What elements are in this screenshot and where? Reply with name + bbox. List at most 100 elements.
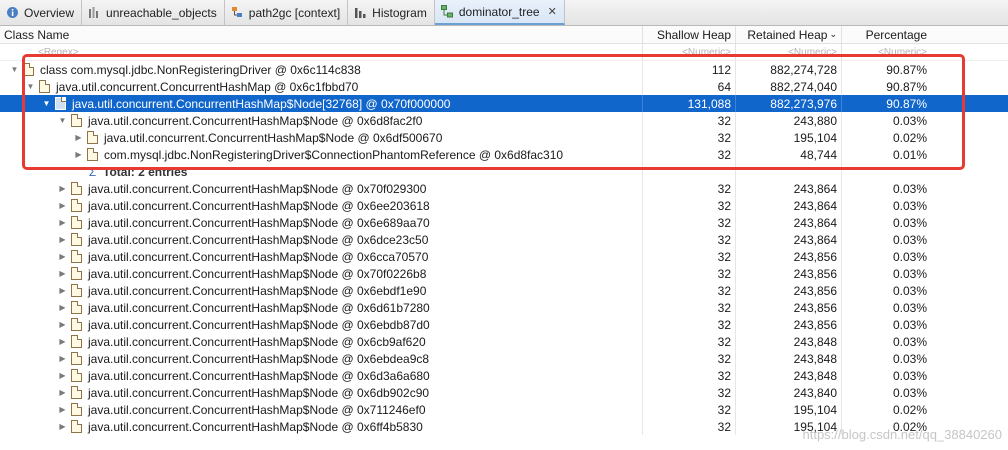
tab-histogram[interactable]: Histogram (348, 0, 435, 25)
table-row[interactable]: ▶ java.util.concurrent.ConcurrentHashMap$… (0, 333, 1008, 350)
collapsed-triangle-icon[interactable]: ▶ (74, 150, 83, 159)
class-name-text: Total: 2 entries (103, 164, 188, 179)
expanded-triangle-icon[interactable]: ▼ (42, 99, 51, 108)
class-name-cell: ▶ java.util.concurrent.ConcurrentHashMap$… (0, 282, 700, 299)
table-row[interactable]: ▶ java.util.concurrent.ConcurrentHashMap$… (0, 248, 1008, 265)
collapsed-triangle-icon[interactable]: ▶ (58, 269, 67, 278)
collapsed-triangle-icon[interactable]: ▶ (58, 286, 67, 295)
class-name-text: java.util.concurrent.ConcurrentHashMap$N… (88, 249, 429, 264)
class-name-text: java.util.concurrent.ConcurrentHashMap$N… (88, 232, 429, 247)
collapsed-triangle-icon[interactable]: ▶ (58, 184, 67, 193)
class-name-cell: ▶ java.util.concurrent.ConcurrentHashMap$… (0, 384, 700, 401)
class-name-text: java.util.concurrent.ConcurrentHashMap$N… (88, 402, 426, 417)
class-name-text: java.util.concurrent.ConcurrentHashMap$N… (88, 215, 430, 230)
table-row[interactable]: ▶ com.mysql.jdbc.NonRegisteringDriver$Con… (0, 146, 1008, 163)
retained-heap-cell: 243,856 (735, 299, 841, 316)
percentage-cell: 0.03% (841, 197, 931, 214)
table-row[interactable]: ▼ java.util.concurrent.ConcurrentHashMap … (0, 78, 1008, 95)
object-icon (87, 148, 98, 161)
table-row[interactable]: ▼ class com.mysql.jdbc.NonRegisteringDriv… (0, 61, 1008, 78)
collapsed-triangle-icon[interactable]: ▶ (58, 218, 67, 227)
retained-heap-cell: 195,104 (735, 129, 841, 146)
collapsed-triangle-icon[interactable]: ▶ (58, 337, 67, 346)
table-row[interactable]: ▶ java.util.concurrent.ConcurrentHashMap$… (0, 129, 1008, 146)
table-row[interactable]: ▶ java.util.concurrent.ConcurrentHashMap$… (0, 231, 1008, 248)
class-name-text: java.util.concurrent.ConcurrentHashMap$N… (88, 300, 430, 315)
shallow-heap-cell: 32 (642, 146, 735, 163)
object-icon (71, 352, 82, 365)
tab-unreachable-objects[interactable]: unreachable_objects (82, 0, 225, 25)
table-row[interactable]: ▶ java.util.concurrent.ConcurrentHashMap$… (0, 180, 1008, 197)
tab-dominator-tree[interactable]: dominator_tree ✕ (434, 0, 565, 25)
class-name-text: java.util.concurrent.ConcurrentHashMap$N… (88, 266, 427, 281)
retained-heap-cell: 882,274,728 (735, 61, 841, 78)
collapsed-triangle-icon[interactable]: ▶ (58, 371, 67, 380)
object-icon (71, 267, 82, 280)
shallow-heap-cell: 32 (642, 265, 735, 282)
table-row[interactable]: ▶ java.util.concurrent.ConcurrentHashMap$… (0, 197, 1008, 214)
percentage-cell: 0.03% (841, 299, 931, 316)
class-name-cell: ▶ java.util.concurrent.ConcurrentHashMap$… (0, 265, 700, 282)
collapsed-triangle-icon[interactable]: ▶ (58, 235, 67, 244)
total-row[interactable]: Σ Total: 2 entries (0, 163, 1008, 180)
filter-row: <Regex> <Numeric> <Numeric> <Numeric> (0, 44, 1008, 61)
expanded-triangle-icon[interactable]: ▼ (10, 65, 19, 74)
column-header-class-name[interactable]: Class Name (4, 28, 69, 42)
collapsed-triangle-icon[interactable]: ▶ (58, 354, 67, 363)
retained-heap-cell (735, 163, 841, 180)
percentage-cell: 0.03% (841, 316, 931, 333)
collapsed-triangle-icon[interactable]: ▶ (58, 303, 67, 312)
tab-overview[interactable]: Overview (0, 0, 83, 25)
table-row[interactable]: ▶ java.util.concurrent.ConcurrentHashMap$… (0, 214, 1008, 231)
table-row[interactable]: ▶ java.util.concurrent.ConcurrentHashMap$… (0, 350, 1008, 367)
close-icon[interactable]: ✕ (548, 5, 557, 18)
percentage-cell: 0.03% (841, 367, 931, 384)
table-row[interactable]: ▶ java.util.concurrent.ConcurrentHashMap$… (0, 316, 1008, 333)
class-name-text: java.util.concurrent.ConcurrentHashMap$N… (88, 181, 427, 196)
collapsed-triangle-icon[interactable]: ▶ (74, 133, 83, 142)
sum-icon: Σ (88, 164, 97, 179)
table-row[interactable]: ▶ java.util.concurrent.ConcurrentHashMap$… (0, 401, 1008, 418)
percentage-cell: 90.87% (841, 95, 931, 112)
table-row[interactable]: ▶ java.util.concurrent.ConcurrentHashMap$… (0, 265, 1008, 282)
table-row[interactable]: ▶ java.util.concurrent.ConcurrentHashMap$… (0, 299, 1008, 316)
collapsed-triangle-icon[interactable]: ▶ (58, 320, 67, 329)
table-row[interactable]: ▼ java.util.concurrent.ConcurrentHashMap$… (0, 95, 1008, 112)
column-header-shallow-heap[interactable]: Shallow Heap (642, 26, 735, 43)
class-name-text: java.util.concurrent.ConcurrentHashMap$N… (104, 130, 443, 145)
object-icon (71, 233, 82, 246)
column-header-percentage[interactable]: Percentage (841, 26, 931, 43)
collapsed-triangle-icon[interactable]: ▶ (58, 201, 67, 210)
collapsed-triangle-icon[interactable]: ▶ (58, 388, 67, 397)
retained-heap-cell: 882,273,976 (735, 95, 841, 112)
expanded-triangle-icon[interactable]: ▼ (26, 82, 35, 91)
class-name-filter-input[interactable]: <Regex> (38, 47, 79, 58)
filter-placeholder: <Numeric> (682, 46, 731, 58)
retained-heap-filter-input[interactable]: <Numeric> (735, 44, 841, 60)
retained-heap-cell: 243,864 (735, 214, 841, 231)
expanded-triangle-icon[interactable]: ▼ (58, 116, 67, 125)
collapsed-triangle-icon[interactable]: ▶ (58, 405, 67, 414)
percentage-filter-input[interactable]: <Numeric> (841, 44, 931, 60)
table-row[interactable]: ▶ java.util.concurrent.ConcurrentHashMap$… (0, 384, 1008, 401)
table-row[interactable]: ▶ java.util.concurrent.ConcurrentHashMap$… (0, 367, 1008, 384)
percentage-cell: 0.03% (841, 350, 931, 367)
retained-heap-cell: 243,864 (735, 180, 841, 197)
table-row[interactable]: ▼ java.util.concurrent.ConcurrentHashMap$… (0, 112, 1008, 129)
bar-chart-icon (88, 6, 101, 19)
tab-path2gc[interactable]: path2gc [context] (225, 0, 349, 25)
collapsed-triangle-icon[interactable]: ▶ (58, 252, 67, 261)
percentage-cell: 0.03% (841, 384, 931, 401)
tab-label: dominator_tree (458, 4, 540, 19)
table-header: Class Name Shallow Heap Retained Heap ⌄ P… (0, 26, 1008, 44)
table-row[interactable]: ▶ java.util.concurrent.ConcurrentHashMap$… (0, 282, 1008, 299)
class-name-cell: ▼ java.util.concurrent.ConcurrentHashMap$… (0, 112, 700, 129)
object-icon (71, 199, 82, 212)
class-name-text: java.util.concurrent.ConcurrentHashMap$N… (88, 419, 423, 434)
column-header-retained-heap[interactable]: Retained Heap ⌄ (735, 26, 841, 43)
retained-heap-cell: 243,848 (735, 333, 841, 350)
collapsed-triangle-icon[interactable]: ▶ (58, 422, 67, 431)
shallow-heap-filter-input[interactable]: <Numeric> (642, 44, 735, 60)
watermark-text: https://blog.csdn.net/qq_38840260 (802, 427, 1003, 442)
